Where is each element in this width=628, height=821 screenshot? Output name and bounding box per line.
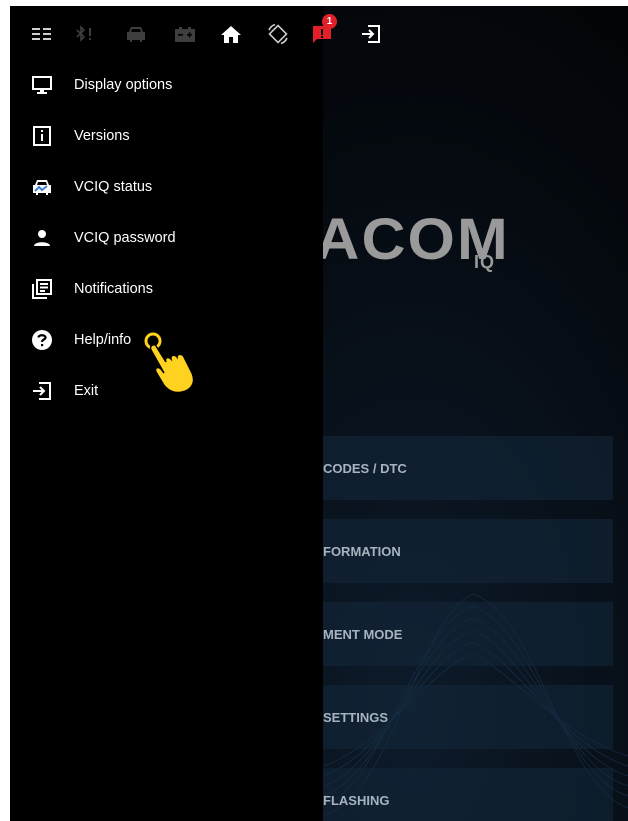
- battery-icon: [173, 22, 197, 46]
- menu-tile-settings[interactable]: SETTINGS: [323, 685, 613, 749]
- menu-tile-flashing[interactable]: FLASHING: [323, 768, 613, 821]
- drawer-item-display-options[interactable]: Display options: [10, 59, 323, 110]
- drawer-item-vciq-status[interactable]: VCIQ status: [10, 161, 323, 212]
- drawer-item-label: Exit: [74, 382, 99, 399]
- notifications-list-icon: [31, 278, 53, 300]
- drawer-item-versions[interactable]: Versions: [10, 110, 323, 161]
- top-toolbar: 1: [10, 6, 628, 62]
- drawer-item-vciq-password[interactable]: VCIQ password: [10, 212, 323, 263]
- car-icon: [124, 22, 148, 46]
- pointer-hand-icon: [144, 332, 195, 394]
- home-icon[interactable]: [219, 22, 243, 46]
- car-status-icon: [31, 176, 53, 198]
- menu-tile-mode[interactable]: MENT MODE: [323, 602, 613, 666]
- bluetooth-icon: [73, 22, 97, 46]
- info-icon: [31, 125, 53, 147]
- app-screen: ACOM IQ CODES / DTC FORMATION MENT MODE …: [10, 6, 628, 821]
- drawer-item-label: Versions: [74, 127, 130, 144]
- exit-icon[interactable]: [359, 22, 383, 46]
- drawer-item-label: Display options: [74, 76, 173, 93]
- rotate-icon[interactable]: [266, 22, 290, 46]
- drawer-item-notifications[interactable]: Notifications: [10, 263, 323, 314]
- menu-icon[interactable]: [30, 22, 54, 46]
- drawer-item-label: Notifications: [74, 280, 153, 297]
- menu-tile-codes[interactable]: CODES / DTC: [323, 436, 613, 500]
- menu-tile-information[interactable]: FORMATION: [323, 519, 613, 583]
- monitor-icon: [31, 74, 53, 96]
- brand-logo-sub: IQ: [474, 252, 496, 272]
- person-icon: [31, 227, 53, 249]
- drawer-item-label: VCIQ status: [74, 178, 153, 195]
- exit-icon: [31, 380, 53, 402]
- drawer-item-label: Help/info: [74, 331, 132, 348]
- help-icon: [31, 329, 53, 351]
- notification-badge: 1: [322, 14, 337, 29]
- drawer-item-label: VCIQ password: [74, 229, 176, 246]
